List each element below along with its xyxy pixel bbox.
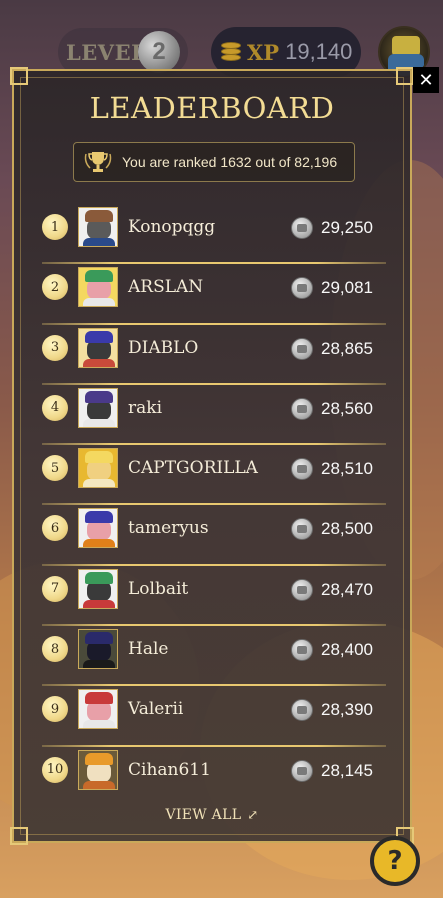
help-icon: ? xyxy=(387,846,403,876)
leaderboard-row[interactable]: 8 Hale 28,400 xyxy=(42,626,386,687)
coin-icon xyxy=(291,578,313,601)
leaderboard-row[interactable]: 7 Lolbait 28,470 xyxy=(42,566,386,627)
leaderboard-row[interactable]: 3 DIABLO 28,865 xyxy=(42,325,386,386)
coin-icon xyxy=(291,337,313,360)
user-rank-banner: You are ranked 1632 out of 82,196 xyxy=(73,142,355,182)
level-orb: 2 xyxy=(138,31,180,73)
leaderboard-title: LEADERBOARD xyxy=(89,91,335,125)
player-name: Konopqgg xyxy=(128,217,216,237)
rank-badge: 2 xyxy=(42,274,68,301)
coin-icon xyxy=(291,639,313,662)
player-name: CAPTGORILLA xyxy=(128,458,258,479)
player-avatar xyxy=(78,327,118,368)
leaderboard-row[interactable]: 9 Valerii 28,390 xyxy=(42,686,386,747)
player-avatar xyxy=(78,267,118,308)
coin-icon xyxy=(291,217,313,239)
view-all-label: VIEW ALL xyxy=(165,807,242,823)
coin-icon xyxy=(291,759,313,782)
leaderboard-row[interactable]: 4 raki 28,560 xyxy=(42,385,386,446)
player-score: 28,470 xyxy=(321,579,373,599)
xp-value: 19,140 xyxy=(285,39,353,64)
corner-ornament xyxy=(10,67,28,85)
player-name: Cihan611 xyxy=(128,759,211,780)
player-avatar xyxy=(78,568,118,609)
leaderboard-row[interactable]: 6 tameryus 28,500 xyxy=(42,505,386,567)
player-score: 28,865 xyxy=(321,338,373,358)
trophy-icon xyxy=(82,148,114,176)
leaderboard-modal: LEADERBOARD You are ranked 1632 out of 8… xyxy=(10,67,414,845)
rank-badge: 6 xyxy=(42,515,68,542)
player-avatar xyxy=(78,387,118,428)
rank-badge: 5 xyxy=(42,455,68,482)
player-score: 28,500 xyxy=(321,519,373,539)
player-score: 28,145 xyxy=(321,760,373,780)
level-label: LEVEL xyxy=(66,39,147,65)
help-button[interactable]: ? xyxy=(370,836,420,886)
coin-icon xyxy=(291,699,313,722)
player-name: Lolbait xyxy=(128,578,189,599)
level-value: 2 xyxy=(152,38,166,65)
rank-badge: 10 xyxy=(42,756,68,783)
player-avatar xyxy=(78,689,118,730)
coin-icon xyxy=(291,458,313,481)
rank-badge: 9 xyxy=(42,696,68,723)
player-avatar xyxy=(78,508,118,549)
leaderboard-row[interactable]: 2 ARSLAN 29,081 xyxy=(42,264,386,325)
player-name: ARSLAN xyxy=(128,277,204,298)
player-score: 28,400 xyxy=(321,640,373,660)
xp-label: XP xyxy=(247,39,280,65)
player-score: 28,390 xyxy=(321,700,373,720)
leaderboard-list: 1 Konopqgg 29,250 2 ARSLAN 29,081 3 DIAB… xyxy=(42,204,386,807)
coin-icon xyxy=(291,397,313,420)
player-score: 29,250 xyxy=(321,218,373,237)
close-button[interactable]: ✕ xyxy=(413,67,439,93)
leaderboard-row[interactable]: 10 Cihan611 28,145 xyxy=(42,747,386,807)
leaderboard-row[interactable]: 5 CAPTGORILLA 28,510 xyxy=(42,445,386,506)
rank-badge: 7 xyxy=(42,575,68,602)
player-name: tameryus xyxy=(128,518,209,539)
player-avatar xyxy=(78,207,118,247)
player-name: Hale xyxy=(128,639,169,660)
player-avatar xyxy=(78,448,118,489)
player-name: raki xyxy=(128,397,162,418)
coin-icon xyxy=(291,277,313,300)
player-name: Valerii xyxy=(128,699,184,720)
player-avatar xyxy=(78,629,118,670)
corner-ornament xyxy=(396,67,414,85)
rank-badge: 1 xyxy=(42,214,68,240)
corner-ornament xyxy=(10,827,28,845)
rank-badge: 8 xyxy=(42,636,68,663)
player-avatar xyxy=(78,749,118,790)
rank-badge: 4 xyxy=(42,394,68,421)
player-name: DIABLO xyxy=(128,337,199,358)
coins-icon xyxy=(221,42,241,62)
player-score: 28,560 xyxy=(321,398,373,418)
player-score: 28,510 xyxy=(321,459,373,479)
close-icon: ✕ xyxy=(418,69,434,91)
expand-icon: ⤢ xyxy=(247,808,259,823)
player-score: 29,081 xyxy=(321,278,373,298)
coin-icon xyxy=(291,518,313,541)
view-all-button[interactable]: VIEW ALL ⤢ xyxy=(14,807,410,823)
user-rank-text: You are ranked 1632 out of 82,196 xyxy=(122,154,338,170)
leaderboard-row[interactable]: 1 Konopqgg 29,250 xyxy=(42,204,386,265)
rank-badge: 3 xyxy=(42,334,68,361)
